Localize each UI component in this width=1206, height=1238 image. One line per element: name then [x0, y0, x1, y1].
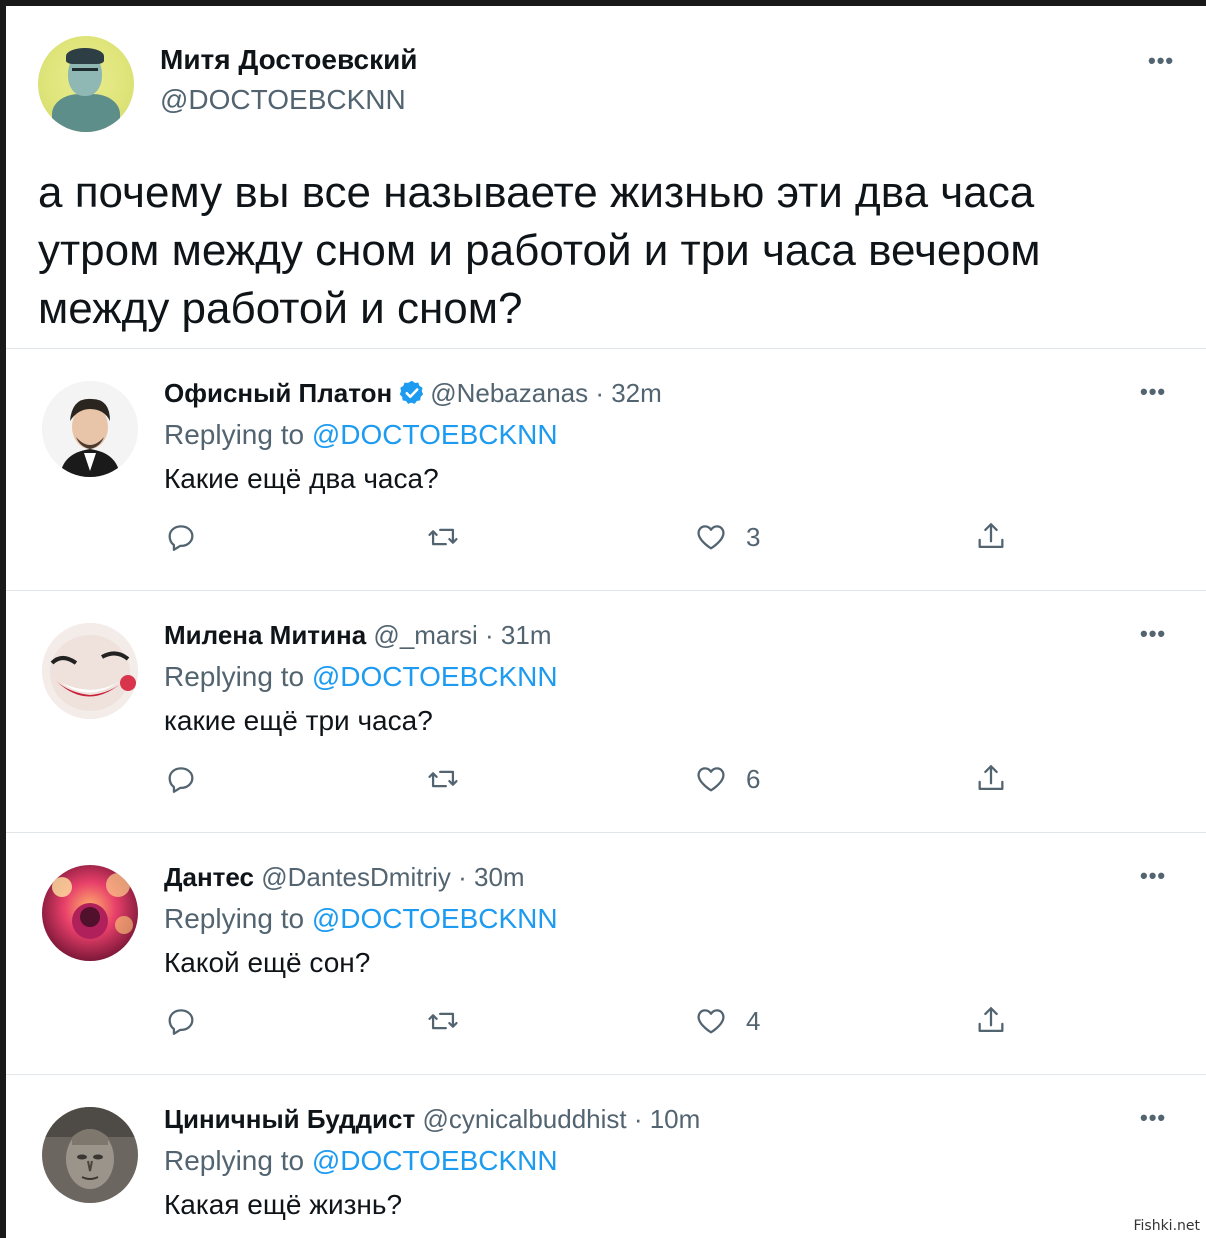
action-bar: 3: [6, 517, 1206, 557]
like-button[interactable]: 4: [694, 1001, 760, 1041]
reply-icon: [168, 767, 194, 793]
reply-header: Милена Митина @_marsi · 31m: [164, 619, 552, 651]
like-count: 4: [746, 1005, 761, 1036]
watermark: Fishki.net: [1133, 1218, 1200, 1234]
reply-button[interactable]: [164, 759, 198, 799]
share-button[interactable]: [974, 517, 1008, 557]
retweet-icon: [428, 1012, 458, 1030]
action-bar: 4: [6, 1001, 1206, 1041]
reply-button[interactable]: [164, 517, 198, 557]
replying-label: Replying to: [164, 661, 312, 692]
reply-icon: [168, 525, 194, 551]
more-icon[interactable]: •••: [1140, 621, 1166, 647]
avatar-image: [42, 1107, 138, 1203]
reply-header: Циничный Буддист @cynicalbuddhist · 10m: [164, 1103, 700, 1135]
avatar-image: [42, 623, 138, 719]
reply-header: Дантес @DantesDmitriy · 30m: [164, 861, 525, 893]
author-name[interactable]: Митя Достоевский: [160, 44, 418, 76]
replying-handle-link[interactable]: @DOCTOEBCKNN: [312, 419, 558, 450]
share-icon: [978, 1007, 1004, 1033]
verified-badge-icon: [399, 380, 424, 404]
replying-label: Replying to: [164, 1145, 312, 1176]
replying-to: Replying to @DOCTOEBCKNN: [164, 419, 558, 451]
replying-to: Replying to @DOCTOEBCKNN: [164, 1145, 558, 1177]
heart-icon: [697, 1009, 725, 1034]
share-icon: [978, 523, 1004, 549]
replying-to: Replying to @DOCTOEBCKNN: [164, 903, 558, 935]
reply-button[interactable]: [164, 1001, 198, 1041]
retweet-icon: [428, 770, 458, 788]
share-icon: [978, 765, 1004, 791]
replying-handle-link[interactable]: @DOCTOEBCKNN: [312, 1145, 558, 1176]
replying-label: Replying to: [164, 903, 312, 934]
like-button[interactable]: 3: [694, 517, 760, 557]
reply-text: Какой ещё сон?: [164, 947, 371, 978]
main-tweet: Митя Достоевский @DOCTOEBCKNN ••• а поче…: [6, 6, 1206, 348]
more-icon[interactable]: •••: [1140, 379, 1166, 405]
avatar-hair: [66, 48, 104, 64]
reply-tweet: Дантес @DantesDmitriy · 30m ••• Replying…: [6, 832, 1206, 1067]
reply-header: Офисный Платон @Nebazanas · 32m: [164, 377, 662, 409]
retweet-button[interactable]: [426, 759, 460, 799]
reply-tweet: Милена Митина @_marsi · 31m ••• Replying…: [6, 590, 1206, 825]
author-handle[interactable]: @DOCTOEBCKNN: [160, 84, 406, 116]
share-button[interactable]: [974, 1001, 1008, 1041]
tweet-thread: Митя Достоевский @DOCTOEBCKNN ••• а поче…: [6, 6, 1206, 1238]
author-name[interactable]: Офисный Платон: [164, 378, 392, 408]
replying-to: Replying to @DOCTOEBCKNN: [164, 661, 558, 693]
more-icon[interactable]: •••: [1140, 1105, 1166, 1131]
avatar[interactable]: [38, 36, 134, 132]
retweet-button[interactable]: [426, 1001, 460, 1041]
retweet-button[interactable]: [426, 517, 460, 557]
handle-and-time[interactable]: @DantesDmitriy · 30m: [261, 862, 524, 892]
handle-and-time[interactable]: @Nebazanas · 32m: [430, 378, 662, 408]
action-bar: 6: [6, 759, 1206, 799]
avatar[interactable]: [42, 1107, 138, 1203]
reply-tweet: Офисный Платон @Nebazanas · 32m ••• Reply…: [6, 348, 1206, 583]
avatar[interactable]: [42, 623, 138, 719]
reply-text: Какая ещё жизнь?: [164, 1189, 403, 1220]
replying-handle-link[interactable]: @DOCTOEBCKNN: [312, 903, 558, 934]
avatar-image: [42, 381, 138, 477]
replying-handle-link[interactable]: @DOCTOEBCKNN: [312, 661, 558, 692]
reply-icon: [168, 1009, 194, 1035]
heart-icon: [697, 767, 725, 792]
avatar-body: [52, 94, 120, 132]
author-name[interactable]: Циничный Буддист: [164, 1104, 415, 1134]
share-button[interactable]: [974, 759, 1008, 799]
more-icon[interactable]: •••: [1148, 48, 1174, 74]
reply-text: какие ещё три часа?: [164, 705, 433, 736]
author-name[interactable]: Дантес: [164, 862, 254, 892]
handle-and-time[interactable]: @cynicalbuddhist · 10m: [422, 1104, 700, 1134]
heart-icon: [697, 525, 725, 550]
more-icon[interactable]: •••: [1140, 863, 1166, 889]
avatar[interactable]: [42, 381, 138, 477]
like-count: 6: [746, 763, 761, 794]
reply-tweet: Циничный Буддист @cynicalbuddhist · 10m …: [6, 1074, 1206, 1238]
avatar[interactable]: [42, 865, 138, 961]
avatar-image: [42, 865, 138, 961]
like-count: 3: [746, 521, 761, 552]
reply-text: Какие ещё два часа?: [164, 463, 439, 494]
retweet-icon: [428, 528, 458, 546]
author-name[interactable]: Милена Митина: [164, 620, 366, 650]
like-button[interactable]: 6: [694, 759, 760, 799]
replying-label: Replying to: [164, 419, 312, 450]
handle-and-time[interactable]: @_marsi · 31m: [373, 620, 551, 650]
tweet-text: а почему вы все называете жизнью эти два…: [38, 168, 1041, 333]
avatar-glasses: [72, 68, 98, 77]
